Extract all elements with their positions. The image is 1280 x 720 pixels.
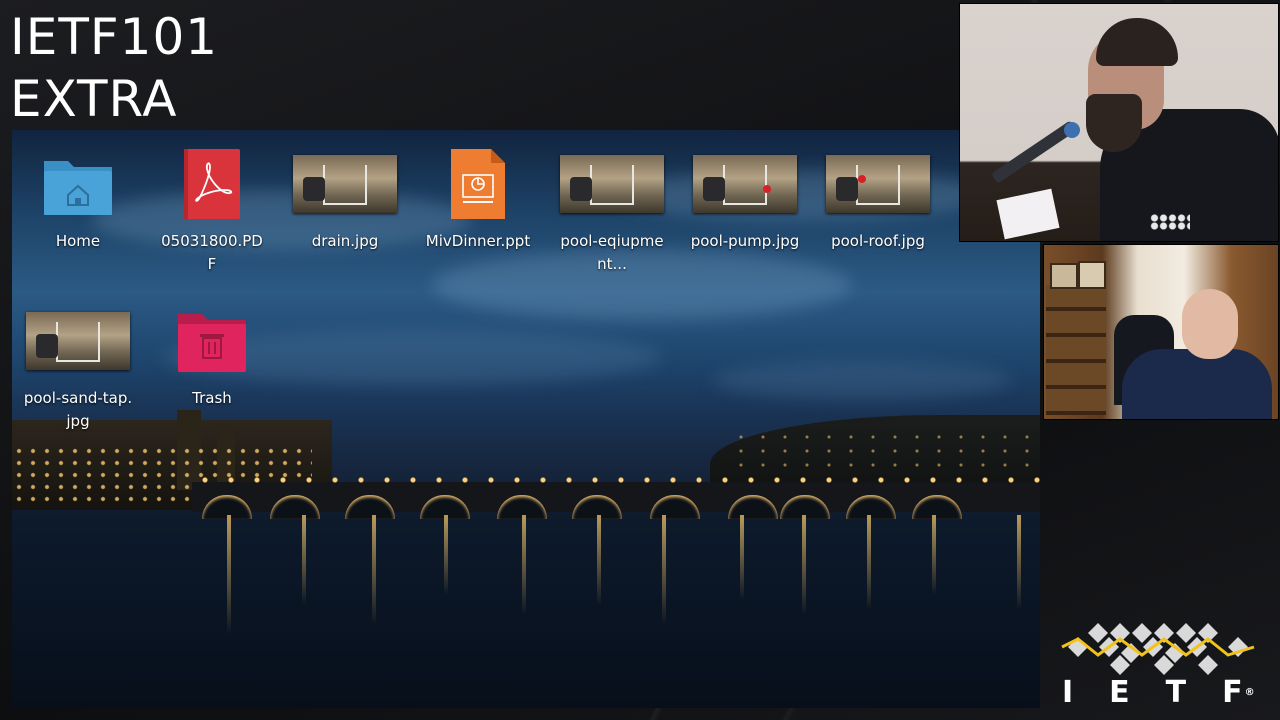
- presentation-file-icon: [442, 148, 514, 220]
- remote-participant-video: [1043, 244, 1279, 420]
- event-title: IETF101 EXTRA: [10, 6, 218, 130]
- name-card: [996, 188, 1060, 240]
- event-title-line1: IETF101: [10, 8, 219, 66]
- pdf-file-icon: [176, 148, 248, 220]
- home-folder-icon: [42, 148, 114, 220]
- icon-label: pool-pump.jpg: [690, 232, 800, 250]
- image-thumbnail: [826, 155, 930, 213]
- participant-head: [1182, 289, 1238, 359]
- event-title-line2: EXTRA: [10, 70, 178, 128]
- icon-label: MivDinner.ppt: [425, 232, 531, 250]
- desktop-icon-pool-pump[interactable]: pool-pump.jpg: [685, 148, 805, 253]
- icon-label: drain.jpg: [311, 232, 379, 250]
- desktop-icon-pool-equipment[interactable]: pool-eqiupment...: [552, 148, 672, 276]
- desktop-icon-home[interactable]: Home: [18, 148, 138, 253]
- image-thumbnail: [560, 155, 664, 213]
- presenter-video: [959, 3, 1279, 242]
- image-thumbnail: [26, 312, 130, 370]
- ietf-logo-text: IETF®: [1062, 675, 1279, 710]
- image-thumbnail: [293, 155, 397, 213]
- desktop-icon-mivdinner[interactable]: MivDinner.ppt: [418, 148, 538, 253]
- icon-label: 05031800.PDF: [161, 232, 263, 273]
- trademark-symbol: ®: [1244, 687, 1255, 698]
- participant-body: [1122, 349, 1272, 419]
- shirt-logo: [1150, 214, 1190, 230]
- shirt-logo: [1218, 375, 1242, 389]
- shared-desktop: Home 05031800.PDF drain.jpg MivDinner.pp…: [12, 130, 1040, 708]
- desktop-icon-drain[interactable]: drain.jpg: [285, 148, 405, 253]
- desktop-icon-trash[interactable]: Trash: [152, 305, 272, 410]
- desktop-icon-pool-roof[interactable]: pool-roof.jpg: [818, 148, 938, 253]
- desktop-icon-pool-sand-tap[interactable]: pool-sand-tap.jpg: [18, 305, 138, 433]
- icon-label: pool-eqiupment...: [560, 232, 664, 273]
- icon-label: Trash: [192, 389, 232, 407]
- icon-label: pool-sand-tap.jpg: [23, 389, 133, 430]
- bookshelf: [1046, 285, 1106, 415]
- trash-folder-icon: [176, 305, 248, 377]
- image-thumbnail: [693, 155, 797, 213]
- icon-label: pool-roof.jpg: [831, 232, 925, 250]
- desktop-icon-pdf[interactable]: 05031800.PDF: [152, 148, 272, 276]
- icon-label: Home: [55, 232, 101, 250]
